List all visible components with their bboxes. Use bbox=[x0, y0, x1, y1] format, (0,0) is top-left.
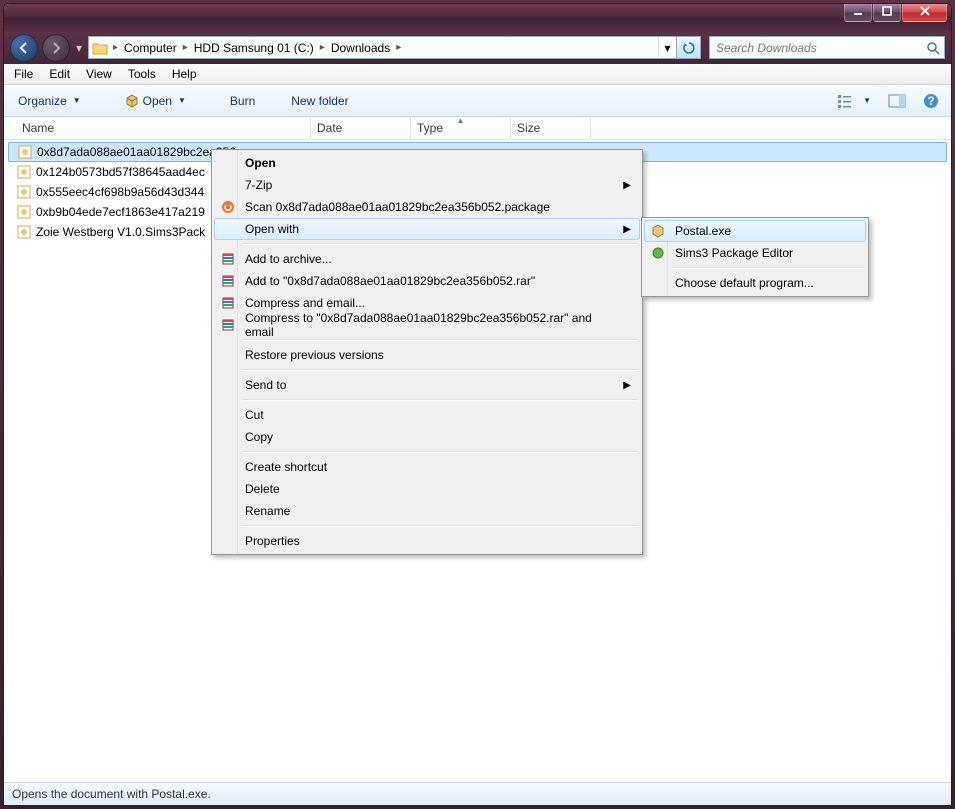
ctx-open[interactable]: Open bbox=[214, 152, 640, 174]
winrar-icon bbox=[220, 295, 236, 311]
package-icon bbox=[16, 204, 32, 220]
winrar-icon bbox=[220, 317, 236, 333]
menu-tools[interactable]: Tools bbox=[120, 65, 164, 83]
menu-file[interactable]: File bbox=[6, 65, 41, 83]
postal-icon bbox=[650, 223, 666, 239]
menu-view[interactable]: View bbox=[78, 65, 120, 83]
chevron-right-icon: ▶ bbox=[623, 180, 631, 191]
svg-text:?: ? bbox=[927, 94, 934, 108]
nav-history-dropdown[interactable]: ▾ bbox=[74, 36, 84, 60]
help-button[interactable]: ? bbox=[917, 90, 945, 112]
folder-icon bbox=[89, 41, 111, 55]
separator bbox=[242, 451, 638, 453]
nav-forward-button bbox=[42, 34, 70, 62]
breadcrumb-computer[interactable]: Computer bbox=[120, 37, 181, 58]
ctx-cut[interactable]: Cut bbox=[214, 404, 640, 426]
package-icon bbox=[17, 144, 33, 160]
file-name: 0x124b0573bd57f38645aad4ec bbox=[36, 165, 205, 179]
ctx-scan[interactable]: Scan 0x8d7ada088ae01aa01829bc2ea356b052.… bbox=[214, 196, 640, 218]
chevron-right-icon: ▸ bbox=[181, 42, 190, 53]
search-icon[interactable] bbox=[922, 41, 944, 55]
menu-bar: File Edit View Tools Help bbox=[4, 64, 951, 85]
submenu-default[interactable]: Choose default program... bbox=[644, 272, 866, 294]
burn-button[interactable]: Burn bbox=[222, 91, 263, 111]
refresh-button[interactable] bbox=[676, 37, 700, 58]
package-icon bbox=[16, 224, 32, 240]
menu-help[interactable]: Help bbox=[164, 65, 205, 83]
separator bbox=[242, 339, 638, 341]
ctx-7zip[interactable]: 7-Zip▶ bbox=[214, 174, 640, 196]
ctx-open-with[interactable]: Open with▶ bbox=[214, 218, 640, 240]
ctx-copy[interactable]: Copy bbox=[214, 426, 640, 448]
column-type[interactable]: Type▲ bbox=[411, 117, 511, 139]
chevron-right-icon: ▸ bbox=[318, 42, 327, 53]
toolbar: Organize▼ Open▼ Burn New folder ▼ ? bbox=[4, 85, 951, 117]
package-icon bbox=[125, 94, 139, 108]
package-icon bbox=[16, 184, 32, 200]
file-name: 0xb9b04ede7ecf1863e417a219 bbox=[36, 205, 205, 219]
menu-edit[interactable]: Edit bbox=[41, 65, 78, 83]
winrar-icon bbox=[220, 273, 236, 289]
explorer-window: ▾ ▸ Computer ▸ HDD Samsung 01 (C:) ▸ Dow… bbox=[3, 3, 952, 806]
window-titlebar[interactable] bbox=[4, 4, 951, 31]
separator bbox=[242, 369, 638, 371]
view-mode-button[interactable]: ▼ bbox=[831, 90, 877, 112]
winrar-icon bbox=[220, 251, 236, 267]
new-folder-button[interactable]: New folder bbox=[283, 91, 356, 111]
organize-button[interactable]: Organize▼ bbox=[10, 91, 89, 111]
file-name: 0x555eec4cf698b9a56d43d344 bbox=[36, 185, 204, 199]
breadcrumb-drive[interactable]: HDD Samsung 01 (C:) bbox=[190, 37, 318, 58]
chevron-right-icon: ▶ bbox=[623, 224, 631, 235]
chevron-right-icon: ▶ bbox=[623, 380, 631, 391]
submenu-postal[interactable]: Postal.exe bbox=[644, 220, 866, 242]
ctx-shortcut[interactable]: Create shortcut bbox=[214, 456, 640, 478]
file-name: Zoie Westberg V1.0.Sims3Pack bbox=[36, 225, 205, 239]
preview-pane-button[interactable] bbox=[882, 91, 912, 111]
submenu-s3pe[interactable]: Sims3 Package Editor bbox=[644, 242, 866, 264]
ctx-send-to[interactable]: Send to▶ bbox=[214, 374, 640, 396]
package-icon bbox=[16, 164, 32, 180]
search-input[interactable] bbox=[710, 41, 922, 55]
open-button[interactable]: Open▼ bbox=[117, 91, 194, 111]
context-menu: Open 7-Zip▶ Scan 0x8d7ada088ae01aa01829b… bbox=[211, 149, 643, 555]
open-with-submenu: Postal.exe Sims3 Package Editor Choose d… bbox=[641, 217, 869, 297]
chevron-right-icon: ▸ bbox=[394, 42, 403, 53]
breadcrumb-folder[interactable]: Downloads bbox=[327, 37, 394, 58]
address-dropdown[interactable]: ▾ bbox=[658, 37, 676, 58]
ctx-add-to[interactable]: Add to "0x8d7ada088ae01aa01829bc2ea356b0… bbox=[214, 270, 640, 292]
ctx-restore[interactable]: Restore previous versions bbox=[214, 344, 640, 366]
separator bbox=[242, 243, 638, 245]
minimize-button[interactable] bbox=[844, 4, 872, 22]
close-button[interactable] bbox=[902, 4, 947, 22]
separator bbox=[242, 525, 638, 527]
ctx-compress-to[interactable]: Compress to "0x8d7ada088ae01aa01829bc2ea… bbox=[214, 314, 640, 336]
ctx-add-archive[interactable]: Add to archive... bbox=[214, 248, 640, 270]
separator bbox=[242, 399, 638, 401]
address-bar[interactable]: ▸ Computer ▸ HDD Samsung 01 (C:) ▸ Downl… bbox=[88, 36, 701, 59]
column-headers: Name Date Type▲ Size bbox=[4, 117, 951, 140]
s3pe-icon bbox=[650, 245, 666, 261]
status-bar: Opens the document with Postal.exe. bbox=[4, 782, 951, 805]
maximize-button[interactable] bbox=[873, 4, 901, 22]
sort-asc-icon: ▲ bbox=[457, 116, 465, 125]
nav-bar: ▾ ▸ Computer ▸ HDD Samsung 01 (C:) ▸ Dow… bbox=[4, 31, 951, 64]
ctx-delete[interactable]: Delete bbox=[214, 478, 640, 500]
nav-back-button[interactable] bbox=[10, 34, 38, 62]
ctx-properties[interactable]: Properties bbox=[214, 530, 640, 552]
chevron-right-icon: ▸ bbox=[111, 42, 120, 53]
column-date[interactable]: Date bbox=[311, 117, 411, 139]
ctx-rename[interactable]: Rename bbox=[214, 500, 640, 522]
column-name[interactable]: Name bbox=[16, 117, 311, 139]
separator bbox=[672, 267, 864, 269]
column-size[interactable]: Size bbox=[511, 117, 591, 139]
scan-icon bbox=[220, 199, 236, 215]
status-text: Opens the document with Postal.exe. bbox=[12, 787, 211, 801]
search-box bbox=[709, 36, 945, 59]
